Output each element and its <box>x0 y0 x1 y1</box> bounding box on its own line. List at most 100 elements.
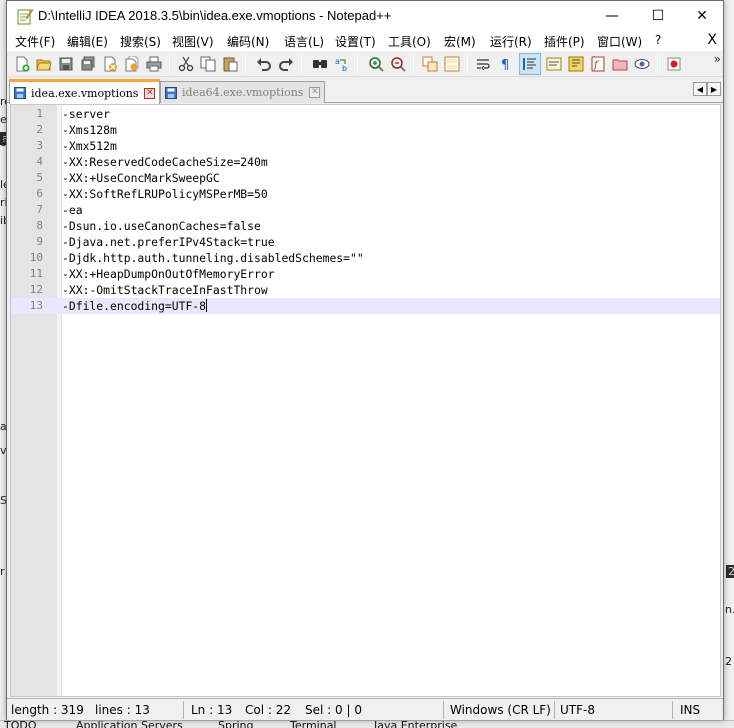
save-all-icon[interactable] <box>77 53 99 75</box>
menu-settings[interactable]: 设置(T) <box>335 33 376 50</box>
close-all-icon[interactable] <box>121 53 143 75</box>
sync-vertical-icon[interactable] <box>419 53 441 75</box>
text-editor[interactable]: 1 -server 2 -Xms128m 3 -Xmx512m 4 -XX:Reserv… <box>10 104 721 697</box>
new-file-icon[interactable] <box>11 53 33 75</box>
line-number: 12 <box>29 283 43 296</box>
editor-line: 8 -Dsun.io.useCanonCaches=false <box>11 218 720 234</box>
replace-icon[interactable]: ab <box>331 53 353 75</box>
menu-plugins[interactable]: 插件(P) <box>544 33 585 50</box>
menu-encoding[interactable]: 编码(N) <box>227 33 269 50</box>
print-icon[interactable] <box>143 53 165 75</box>
function-list-icon[interactable]: f <box>587 53 609 75</box>
bg-text-fragment: r <box>0 565 5 578</box>
menu-macro[interactable]: 宏(M) <box>444 33 476 50</box>
tab-idea-exe-vmoptions[interactable]: idea.exe.vmoptions ✕ <box>9 79 161 104</box>
code-text[interactable]: -XX:+UseConcMarkSweepGC <box>62 170 220 186</box>
menu-search[interactable]: 搜索(S) <box>120 33 161 50</box>
bg-text-fragment: 2 <box>726 565 734 578</box>
sync-horizontal-icon[interactable] <box>441 53 463 75</box>
maximize-button[interactable]: ☐ <box>635 1 681 31</box>
menu-view[interactable]: 视图(V) <box>172 33 214 50</box>
code-text[interactable]: -Xms128m <box>62 122 117 138</box>
line-number: 5 <box>36 171 43 184</box>
line-number: 6 <box>36 187 43 200</box>
code-text[interactable]: -XX:+HeapDumpOnOutOfMemoryError <box>62 266 275 282</box>
menu-tools[interactable]: 工具(O) <box>388 33 431 50</box>
show-all-chars-icon[interactable]: ¶ <box>495 53 517 75</box>
close-document-button[interactable]: X <box>707 32 717 48</box>
status-eol[interactable]: Windows (CR LF) <box>450 703 551 717</box>
bg-text-fragment: n. <box>725 603 734 616</box>
window-title: D:\IntelliJ IDEA 2018.3.5\bin\idea.exe.v… <box>38 8 392 23</box>
menu-run[interactable]: 运行(R) <box>490 33 532 50</box>
minimize-button[interactable]: — <box>589 1 635 31</box>
editor-line: 1 -server <box>11 106 720 122</box>
title-bar[interactable]: D:\IntelliJ IDEA 2018.3.5\bin\idea.exe.v… <box>7 1 723 31</box>
indent-guide-icon[interactable] <box>519 53 541 75</box>
tab-close-icon[interactable]: ✕ <box>144 87 156 99</box>
code-text-current[interactable]: -Dfile.encoding=UTF-8 <box>62 298 208 314</box>
line-number: 4 <box>36 155 43 168</box>
monitor-icon[interactable] <box>631 53 653 75</box>
svg-text:b: b <box>342 64 347 72</box>
ide-bottom-toolbar: TODO Application Servers Spring Terminal… <box>0 720 734 728</box>
code-text[interactable]: -server <box>62 106 110 122</box>
status-selection: Sel : 0 | 0 <box>305 703 362 717</box>
code-text[interactable]: -XX:-OmitStackTraceInFastThrow <box>62 282 268 298</box>
line-number: 8 <box>36 219 43 232</box>
menu-file[interactable]: 文件(F) <box>15 33 55 50</box>
code-text[interactable]: -Djava.net.preferIPv4Stack=true <box>62 234 275 250</box>
doc-map-icon[interactable] <box>565 53 587 75</box>
notepadpp-window: D:\IntelliJ IDEA 2018.3.5\bin\idea.exe.v… <box>6 0 724 720</box>
bg-bottom-item: Spring <box>218 720 254 728</box>
line-number: 10 <box>29 251 43 264</box>
folder-workspace-icon[interactable] <box>609 53 631 75</box>
close-icon[interactable] <box>99 53 121 75</box>
editor-line: 3 -Xmx512m <box>11 138 720 154</box>
line-number: 1 <box>36 107 43 120</box>
file-saved-icon <box>14 87 26 99</box>
tab-idea64-exe-vmoptions[interactable]: idea64.exe.vmoptions ✕ <box>160 81 326 103</box>
code-text[interactable]: -XX:SoftRefLRUPolicyMSPerMB=50 <box>62 186 268 202</box>
line-number: 9 <box>36 235 43 248</box>
code-text[interactable]: -Djdk.http.auth.tunneling.disabledScheme… <box>62 250 364 266</box>
word-wrap-icon[interactable] <box>473 53 495 75</box>
zoom-out-icon[interactable] <box>387 53 409 75</box>
user-lang-icon[interactable] <box>543 53 565 75</box>
tab-scroll-left-button[interactable]: ◀ <box>693 82 707 96</box>
open-file-icon[interactable] <box>33 53 55 75</box>
zoom-in-icon[interactable] <box>365 53 387 75</box>
menu-help[interactable]: ? <box>655 33 661 47</box>
undo-icon[interactable] <box>253 53 275 75</box>
line-number: 7 <box>36 203 43 216</box>
cut-icon[interactable] <box>175 53 197 75</box>
tab-label: idea64.exe.vmoptions <box>182 86 304 99</box>
code-text[interactable]: -XX:ReservedCodeCacheSize=240m <box>62 154 268 170</box>
code-text[interactable]: -ea <box>62 202 83 218</box>
save-icon[interactable] <box>55 53 77 75</box>
editor-line: 4 -XX:ReservedCodeCacheSize=240m <box>11 154 720 170</box>
code-text[interactable]: -Dsun.io.useCanonCaches=false <box>62 218 261 234</box>
tab-scroll-right-button[interactable]: ▶ <box>707 82 721 96</box>
status-encoding[interactable]: UTF-8 <box>560 703 595 717</box>
editor-line: 11 -XX:+HeapDumpOnOutOfMemoryError <box>11 266 720 282</box>
tab-close-icon[interactable]: ✕ <box>309 87 321 98</box>
find-icon[interactable] <box>309 53 331 75</box>
line-number: 11 <box>29 267 43 280</box>
editor-line: 7 -ea <box>11 202 720 218</box>
menu-bar: 文件(F) 编辑(E) 搜索(S) 视图(V) 编码(N) 语言(L) 设置(T… <box>7 31 723 51</box>
paste-icon[interactable] <box>219 53 241 75</box>
record-macro-icon[interactable] <box>663 53 685 75</box>
code-text[interactable]: -Xmx512m <box>62 138 117 154</box>
toolbar: ab ¶ f » <box>7 51 723 77</box>
editor-line: 6 -XX:SoftRefLRUPolicyMSPerMB=50 <box>11 186 720 202</box>
toolbar-overflow-button[interactable]: » <box>714 52 721 66</box>
file-saved-icon <box>165 86 177 99</box>
copy-icon[interactable] <box>197 53 219 75</box>
menu-edit[interactable]: 编辑(E) <box>67 33 108 50</box>
menu-language[interactable]: 语言(L) <box>284 33 324 50</box>
status-insert-mode[interactable]: INS <box>680 703 700 717</box>
menu-window[interactable]: 窗口(W) <box>597 33 642 50</box>
redo-icon[interactable] <box>275 53 297 75</box>
close-button[interactable]: ✕ <box>679 1 725 31</box>
